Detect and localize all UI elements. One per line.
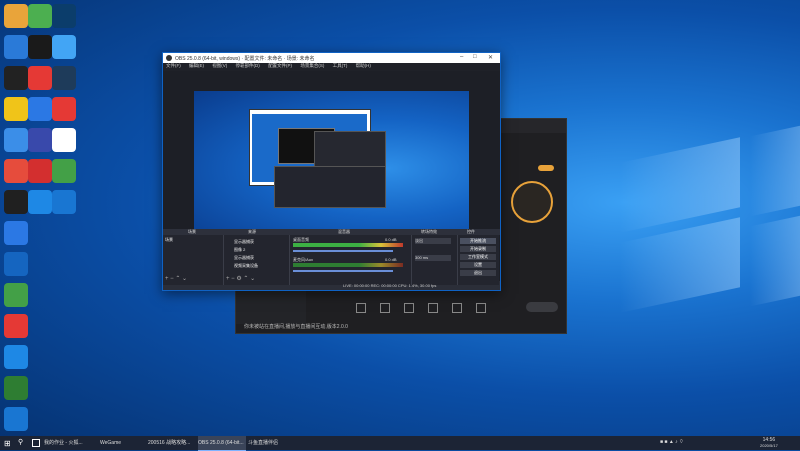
- transition-select[interactable]: 淡出: [415, 238, 451, 244]
- scenes-dock: 场景 + − ⌃ ⌄: [163, 235, 224, 285]
- search-icon[interactable]: ⚲: [18, 438, 23, 446]
- desktop-icon[interactable]: [4, 4, 28, 28]
- scene-item[interactable]: 场景: [165, 237, 173, 243]
- source-item[interactable]: 显示器捕获: [234, 255, 254, 261]
- status-bar: LIVE: 00:00:00 REC: 00:00:00 CPU: 1.4%, …: [343, 283, 437, 288]
- desktop-icon[interactable]: [4, 190, 28, 214]
- studio-mode-button[interactable]: 工作室模式: [460, 254, 496, 260]
- app2-footer: 你未被站在直播间,播放与直播间互动,版本2.0.0: [244, 324, 348, 330]
- tool-icon[interactable]: [428, 303, 438, 313]
- mixer-dock: 桌面音频 0.0 dB 麦克风/Aux 0.0 dB: [290, 235, 412, 285]
- taskbar-item-wegame[interactable]: WeGame: [100, 436, 146, 450]
- volume-slider[interactable]: [293, 250, 393, 252]
- desktop-icon[interactable]: [4, 159, 28, 183]
- task-view-icon[interactable]: [32, 439, 40, 447]
- start-live-button[interactable]: [526, 302, 558, 312]
- desktop-icon[interactable]: [4, 283, 28, 307]
- close-button[interactable]: ✕: [488, 54, 493, 61]
- menu-docks[interactable]: 停靠部件(D): [236, 63, 260, 68]
- desktop-icon[interactable]: [28, 97, 52, 121]
- scene-add-button[interactable]: + − ⌃ ⌄: [165, 275, 187, 282]
- desktop-icon[interactable]: [4, 252, 28, 276]
- obs-window[interactable]: OBS 25.0.8 (64-bit, windows) · 配置文件: 未命名…: [162, 52, 501, 291]
- menu-help[interactable]: 帮助(H): [356, 63, 371, 68]
- desktop-icon[interactable]: [4, 66, 28, 90]
- taskbar-item-obs[interactable]: OBS 25.0.8 (64-bit...: [198, 436, 246, 451]
- desktop-icon[interactable]: [28, 159, 52, 183]
- mixer-db: 0.0 dB: [385, 237, 397, 242]
- exit-button[interactable]: 退出: [460, 270, 496, 276]
- transitions-dock: 淡出 300 ms: [412, 235, 458, 285]
- source-add-button[interactable]: + − ⚙ ⌃ ⌄: [226, 275, 255, 282]
- obs-titlebar: OBS 25.0.8 (64-bit, windows) · 配置文件: 未命名…: [163, 53, 500, 63]
- menu-view[interactable]: 视图(V): [212, 63, 227, 68]
- volume-meter: [293, 263, 403, 267]
- mixer-db: 0.0 dB: [385, 257, 397, 262]
- desktop-icon[interactable]: [4, 314, 28, 338]
- tool-icon[interactable]: [404, 303, 414, 313]
- desktop-icon[interactable]: [4, 35, 28, 59]
- desktop-icon[interactable]: [4, 221, 28, 245]
- menu-edit[interactable]: 编辑(E): [189, 63, 204, 68]
- desktop-icon[interactable]: [4, 128, 28, 152]
- tool-icon[interactable]: [356, 303, 366, 313]
- taskbar-item-firefox[interactable]: 我的作业 - 火狐...: [44, 436, 98, 450]
- desktop-icon[interactable]: [28, 128, 52, 152]
- system-tray: ■ ■ ▲ ♪ ⌔: [660, 439, 684, 445]
- tool-icon[interactable]: [476, 303, 486, 313]
- desktop-icon[interactable]: [28, 4, 52, 28]
- menu-scene-collection[interactable]: 场景集合(S): [300, 63, 324, 68]
- preview-icons: [194, 91, 212, 246]
- desktop-icon[interactable]: [52, 97, 76, 121]
- taskbar-item-douyu[interactable]: 斗鱼直播伴侣: [248, 436, 294, 450]
- volume-meter: [293, 243, 403, 247]
- transition-duration[interactable]: 300 ms: [415, 255, 451, 261]
- avatar[interactable]: [511, 181, 553, 223]
- menu-tools[interactable]: 工具(T): [333, 63, 348, 68]
- nested-obs: [274, 166, 386, 208]
- desktop-icon[interactable]: [52, 4, 76, 28]
- desktop-icon[interactable]: [4, 376, 28, 400]
- taskbar: ⊞ ⚲ 我的作业 - 火狐... WeGame 200516 战略攻略... O…: [0, 436, 800, 451]
- desktop-icon[interactable]: [28, 66, 52, 90]
- desktop-icon[interactable]: [28, 35, 52, 59]
- clock[interactable]: 14:56 2020/5/17: [760, 437, 778, 448]
- desktop-icon[interactable]: [4, 97, 28, 121]
- live-badge[interactable]: [538, 165, 554, 171]
- desktop-icon[interactable]: [28, 190, 52, 214]
- source-item[interactable]: 视频采集设备: [234, 263, 258, 269]
- taskbar-item-game[interactable]: 200516 战略攻略...: [148, 436, 196, 450]
- tool-icon[interactable]: [452, 303, 462, 313]
- menu-file[interactable]: 文件(F): [166, 63, 181, 68]
- desktop-icon[interactable]: [52, 128, 76, 152]
- desktop-icon[interactable]: [4, 345, 28, 369]
- tool-icon[interactable]: [380, 303, 390, 313]
- obs-logo-icon: [166, 55, 172, 61]
- desktop-icon[interactable]: [52, 190, 76, 214]
- window-title: OBS 25.0.8 (64-bit, windows) · 配置文件: 未命名…: [175, 56, 315, 62]
- source-item[interactable]: 图像 2: [234, 247, 245, 253]
- menu-profile[interactable]: 配置文件(P): [268, 63, 292, 68]
- start-button[interactable]: ⊞: [4, 439, 11, 448]
- controls-dock: 开始推流 开始录制 工作室模式 设置 退出: [458, 235, 499, 285]
- start-streaming-button[interactable]: 开始推流: [460, 238, 496, 244]
- preview-canvas[interactable]: [194, 91, 469, 246]
- desktop-icon[interactable]: [52, 66, 76, 90]
- bottom-toolbar: [356, 299, 536, 321]
- desktop-icon[interactable]: [52, 159, 76, 183]
- settings-button[interactable]: 设置: [460, 262, 496, 268]
- source-item[interactable]: 显示器捕获: [234, 239, 254, 245]
- volume-slider[interactable]: [293, 270, 393, 272]
- maximize-button[interactable]: □: [473, 54, 477, 60]
- desktop-icon[interactable]: [4, 407, 28, 431]
- desktop-icon[interactable]: [52, 35, 76, 59]
- menu-bar: 文件(F) 编辑(E) 视图(V) 停靠部件(D) 配置文件(P) 场景集合(S…: [163, 63, 500, 71]
- minimize-button[interactable]: –: [460, 54, 463, 60]
- sources-dock: 显示器捕获 图像 2 显示器捕获 视频采集设备 + − ⚙ ⌃ ⌄: [224, 235, 290, 285]
- windows-logo-wallpaper: [560, 120, 800, 330]
- start-recording-button[interactable]: 开始录制: [460, 246, 496, 252]
